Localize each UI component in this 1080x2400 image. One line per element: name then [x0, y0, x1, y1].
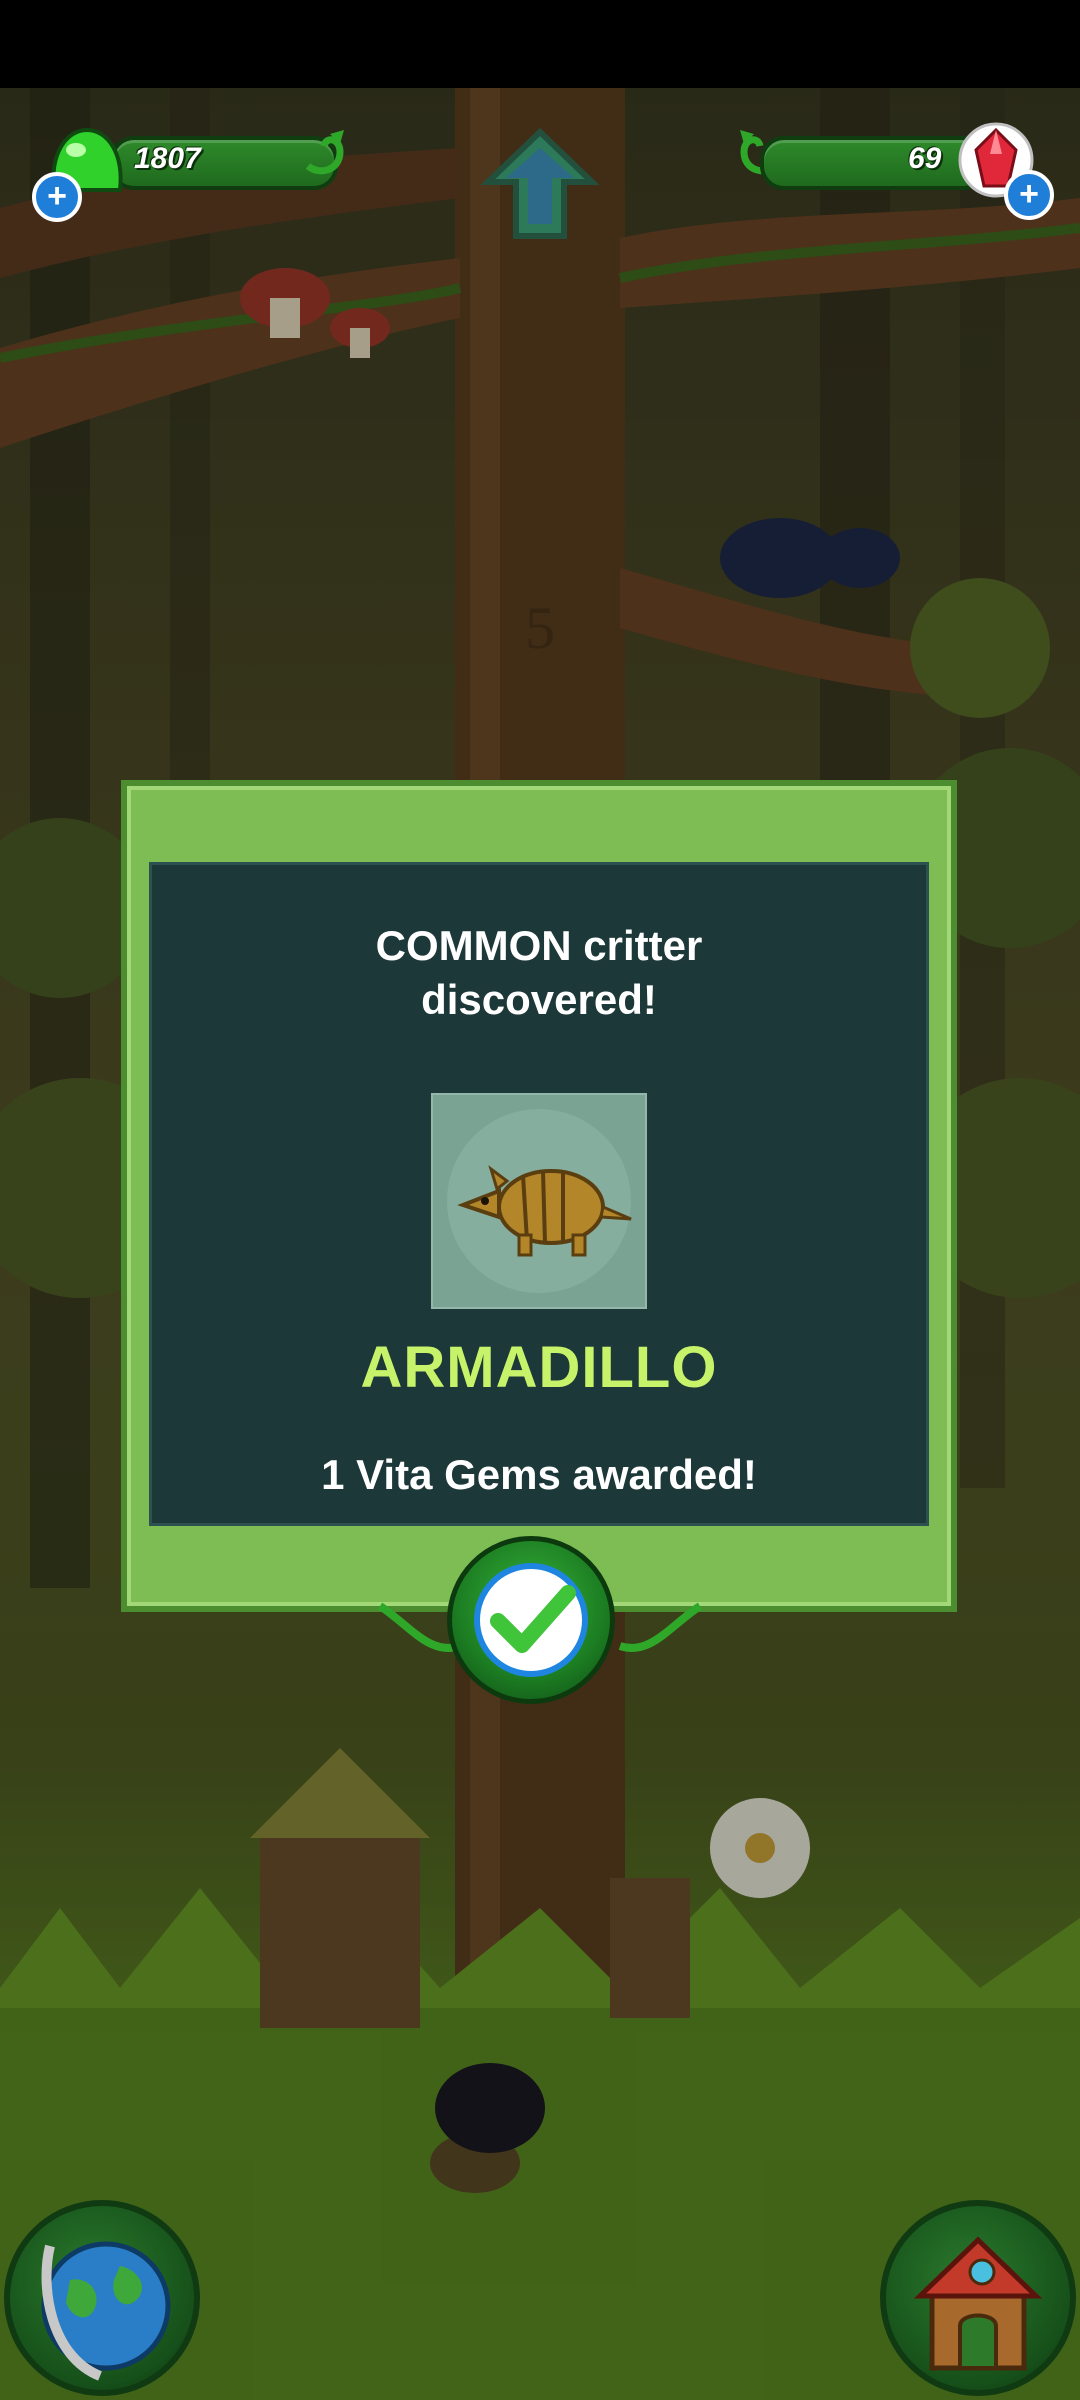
vine-ornament-icon	[305, 130, 344, 175]
confirm-button[interactable]	[447, 1536, 615, 1704]
up-arrow-icon	[480, 127, 600, 239]
home-button[interactable]	[480, 124, 600, 244]
critter-name: ARMADILLO	[360, 1335, 718, 1400]
checkmark-icon	[490, 1585, 576, 1653]
dialog-heading-text: COMMON critter discovered!	[375, 922, 703, 1023]
slime-count: 1807	[134, 142, 201, 175]
reward-text: 1 Vita Gems awarded!	[321, 1451, 757, 1498]
critter-discovered-dialog: COMMON critter discovered! ARMADILLO 1 V…	[121, 780, 957, 1612]
critter-image-frame	[431, 1093, 647, 1309]
add-slime-button[interactable]: +	[32, 172, 82, 222]
confirm-button-face	[474, 1563, 588, 1677]
house-icon	[913, 2236, 1043, 2371]
add-gem-button[interactable]: +	[1004, 170, 1054, 220]
gem-count: 69	[908, 142, 942, 175]
dialog-heading: COMMON critter discovered!	[152, 919, 926, 1027]
armadillo-icon	[447, 1109, 632, 1293]
dialog-content: COMMON critter discovered! ARMADILLO 1 V…	[149, 862, 929, 1526]
status-bar	[0, 0, 1080, 88]
plus-icon: +	[1019, 175, 1039, 213]
world-map-button[interactable]	[4, 2200, 200, 2396]
treehouse-button[interactable]	[880, 2200, 1076, 2396]
plus-icon: +	[47, 177, 67, 215]
globe-icon	[41, 2241, 171, 2381]
